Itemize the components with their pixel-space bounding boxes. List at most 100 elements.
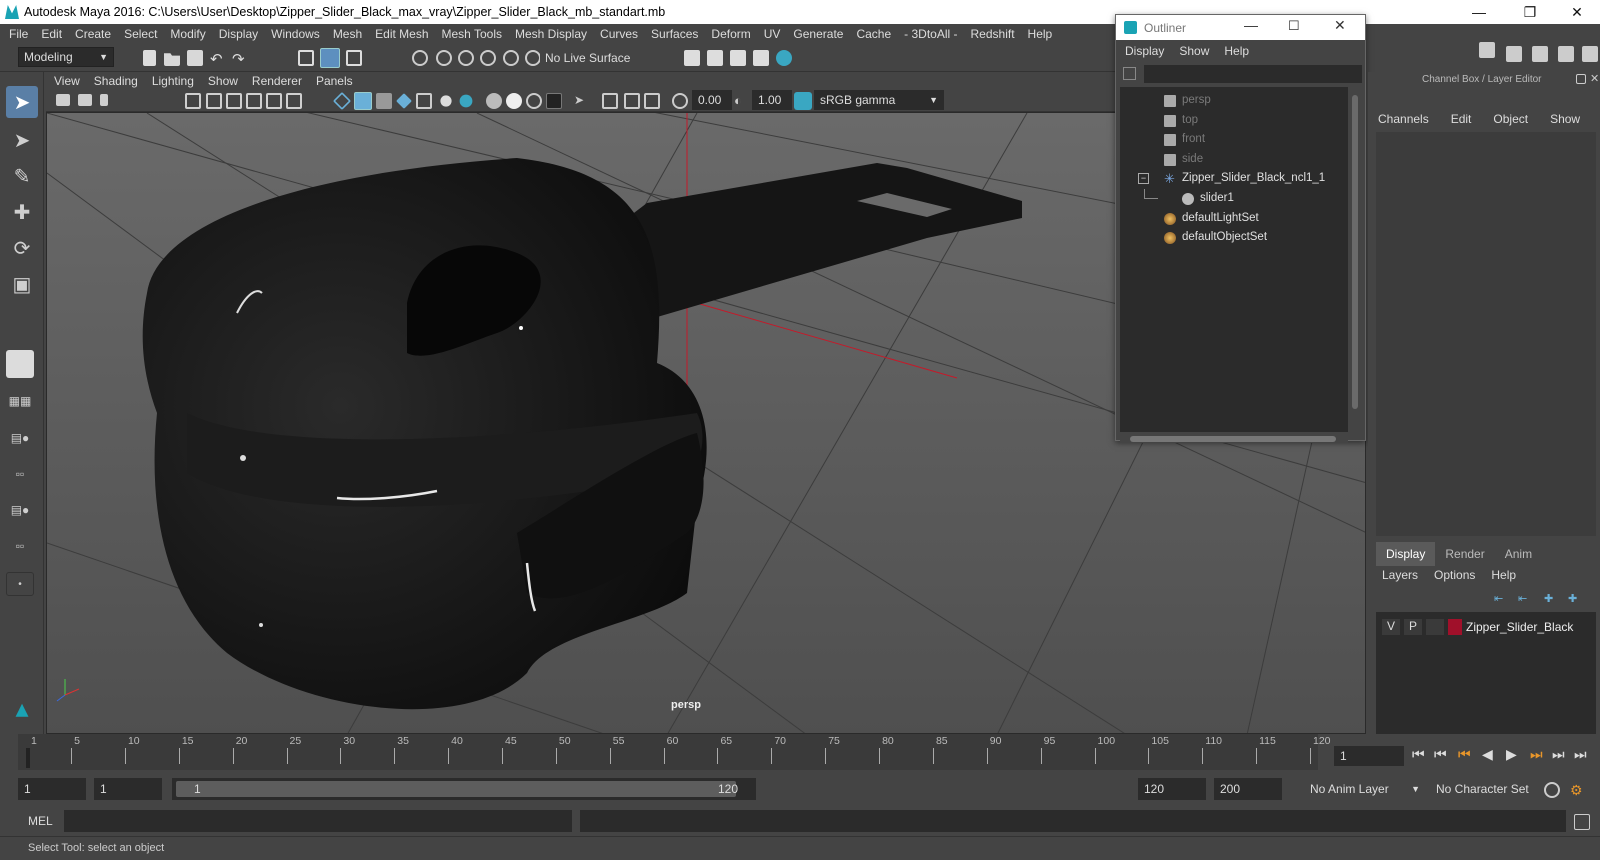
- maximize-button[interactable]: ☐: [1288, 18, 1300, 34]
- bookmark-icon[interactable]: [100, 94, 108, 106]
- panel-menu-lighting[interactable]: Lighting: [152, 74, 194, 88]
- float-icon[interactable]: [1576, 74, 1586, 84]
- snap-point-icon[interactable]: [458, 50, 474, 66]
- layer-menu-help[interactable]: Help: [1491, 568, 1516, 586]
- motion-blur-icon[interactable]: [506, 93, 522, 109]
- snap-curve-icon[interactable]: [436, 50, 452, 66]
- safe-action-icon[interactable]: [286, 93, 302, 109]
- gamma-icon[interactable]: ◐: [734, 93, 750, 109]
- go-to-start-icon[interactable]: ⏮: [1412, 746, 1425, 763]
- render-view-icon[interactable]: [684, 50, 700, 66]
- grid-toggle-icon[interactable]: [185, 93, 201, 109]
- move-layer-up-icon[interactable]: ⇤: [1494, 592, 1510, 608]
- close-button[interactable]: ✕: [1334, 17, 1346, 34]
- move-tool-icon[interactable]: ✚: [6, 196, 38, 228]
- select-hierarchy-icon[interactable]: [298, 50, 314, 66]
- single-perspective-layout-icon[interactable]: [6, 350, 34, 378]
- layer-reference-toggle[interactable]: [1426, 619, 1444, 635]
- end-time-field[interactable]: 200: [1214, 778, 1282, 800]
- outliner-item[interactable]: defaultLightSet: [1120, 209, 1348, 229]
- command-language-label[interactable]: MEL: [28, 814, 53, 828]
- panel-menu-show[interactable]: Show: [208, 74, 238, 88]
- tab-anim[interactable]: Anim: [1495, 542, 1542, 566]
- move-layer-down-icon[interactable]: ⇤: [1518, 592, 1534, 608]
- select-components-icon[interactable]: [346, 50, 362, 66]
- step-back-icon[interactable]: ⏮: [1434, 746, 1447, 763]
- menu-generate[interactable]: Generate: [793, 27, 843, 41]
- field-chart-icon[interactable]: [266, 93, 282, 109]
- step-back-key-icon[interactable]: ⏮: [1458, 746, 1471, 763]
- layer-playback-toggle[interactable]: P: [1404, 619, 1422, 635]
- range-slider-bar[interactable]: 1 120: [172, 778, 756, 800]
- panel-menu-view[interactable]: View: [54, 74, 80, 88]
- outliner-item[interactable]: persp: [1120, 91, 1348, 111]
- menu-mesh[interactable]: Mesh: [333, 27, 362, 41]
- minimize-button[interactable]: —: [1244, 17, 1258, 33]
- outliner-hscroll[interactable]: [1120, 435, 1348, 443]
- menu-surfaces[interactable]: Surfaces: [651, 27, 698, 41]
- playback-end-field[interactable]: 120: [1138, 778, 1206, 800]
- undo-icon[interactable]: ↶: [210, 50, 226, 68]
- outliner-item[interactable]: side: [1120, 150, 1348, 170]
- exposure-field[interactable]: 0.00: [692, 90, 732, 110]
- textured-icon[interactable]: [376, 93, 392, 109]
- color-management-icon[interactable]: [794, 92, 812, 110]
- layout-more-icon[interactable]: •: [6, 572, 34, 596]
- filter-icon[interactable]: [1123, 67, 1136, 80]
- playback-start-field[interactable]: 1: [94, 778, 162, 800]
- new-layer-selected-icon[interactable]: ✚: [1568, 592, 1584, 608]
- persp-graph-layout-icon[interactable]: ▫▫: [6, 460, 34, 488]
- channelbox-menu-edit[interactable]: Edit: [1451, 112, 1472, 128]
- tab-render[interactable]: Render: [1435, 542, 1494, 566]
- depth-of-field-icon[interactable]: [546, 93, 562, 109]
- backface-icon[interactable]: [644, 93, 660, 109]
- layer-visibility-toggle[interactable]: V: [1382, 619, 1400, 635]
- live-surface-field[interactable]: No Live Surface: [540, 48, 636, 68]
- range-handle[interactable]: [176, 781, 736, 797]
- gamma-field[interactable]: 1.00: [752, 90, 792, 110]
- outliner-search-input[interactable]: [1144, 65, 1362, 83]
- select-tool-icon[interactable]: ➤: [6, 86, 38, 118]
- time-ruler[interactable]: 1 5 10 15 20 25 30 35 40 45 50 55 60 65 70 75 80 85 90 95 10…: [18, 734, 1331, 770]
- snap-grid-icon[interactable]: [412, 50, 428, 66]
- isolate-select-icon[interactable]: [416, 93, 432, 109]
- gate-mask-icon[interactable]: [246, 93, 262, 109]
- layer-row[interactable]: V P Zipper_Slider_Black: [1376, 616, 1596, 636]
- menu-cache[interactable]: Cache: [856, 27, 891, 41]
- current-frame-field[interactable]: 1: [1334, 746, 1404, 766]
- anim-layer-dropdown[interactable]: No Anim Layer ▼: [1304, 778, 1424, 800]
- close-icon[interactable]: ✕: [1590, 72, 1600, 88]
- channelbox-menu-show[interactable]: Show: [1550, 112, 1580, 128]
- ipr-render-icon[interactable]: [730, 50, 746, 66]
- ambient-occlusion-icon[interactable]: [486, 93, 502, 109]
- film-gate-icon[interactable]: [206, 93, 222, 109]
- hypershade-icon[interactable]: [776, 50, 792, 66]
- new-layer-icon[interactable]: ✚: [1544, 592, 1560, 608]
- layer-menu-options[interactable]: Options: [1434, 568, 1475, 586]
- command-input[interactable]: [64, 810, 572, 832]
- redo-icon[interactable]: ↷: [232, 50, 248, 68]
- layer-color-swatch[interactable]: [1448, 619, 1462, 635]
- menu-windows[interactable]: Windows: [271, 27, 320, 41]
- camera-attributes-icon[interactable]: [78, 94, 92, 106]
- scale-tool-icon[interactable]: ▣: [6, 268, 38, 300]
- channelbox-menu-object[interactable]: Object: [1493, 112, 1528, 128]
- outliner-menu-display[interactable]: Display: [1125, 44, 1164, 58]
- open-scene-icon[interactable]: [164, 53, 180, 66]
- menu-edit[interactable]: Edit: [41, 27, 62, 41]
- outliner-item[interactable]: defaultObjectSet: [1120, 228, 1348, 248]
- toggle-modeling-toolkit-icon[interactable]: [1582, 46, 1598, 62]
- resolution-gate-icon[interactable]: [226, 93, 242, 109]
- color-space-dropdown[interactable]: sRGB gamma ▼: [814, 90, 944, 110]
- outliner-menu-show[interactable]: Show: [1179, 44, 1209, 58]
- four-view-layout-icon[interactable]: ▦▦: [6, 387, 34, 415]
- menu-edit-mesh[interactable]: Edit Mesh: [375, 27, 428, 41]
- xray-joints-icon[interactable]: [602, 93, 618, 109]
- menu-file[interactable]: File: [9, 27, 28, 41]
- camera-select-icon[interactable]: [56, 94, 70, 106]
- toggle-tool-settings-icon[interactable]: [1558, 46, 1574, 62]
- step-forward-icon[interactable]: ⏭: [1552, 746, 1565, 763]
- persp-outliner-layout-icon[interactable]: ▤●: [6, 424, 34, 452]
- modeling-toolkit-icon[interactable]: [1479, 42, 1495, 58]
- play-forwards-icon[interactable]: ▶: [1506, 746, 1517, 763]
